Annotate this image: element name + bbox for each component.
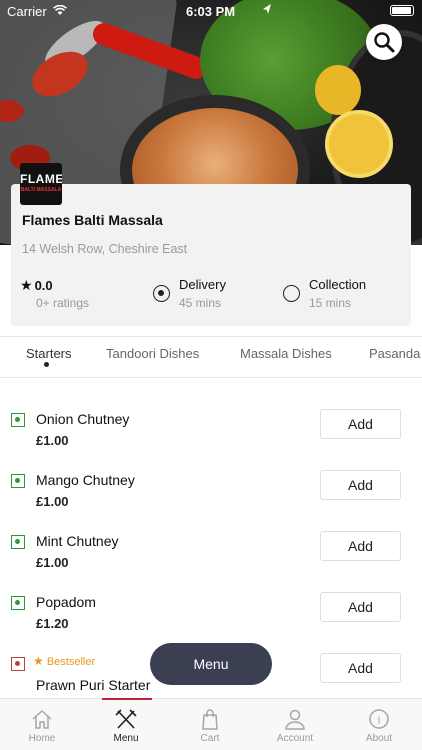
item-name: Popadom — [36, 594, 96, 610]
item-name: Mint Chutney — [36, 533, 119, 549]
carrier-label: Carrier — [7, 4, 47, 19]
add-button[interactable]: Add — [320, 592, 401, 622]
collection-time: 15 mins — [309, 296, 352, 310]
status-bar: Carrier 6:03 PM — [0, 0, 422, 22]
nav-about-label: About — [365, 733, 393, 744]
star-icon: ★ — [33, 654, 44, 668]
wifi-icon — [53, 4, 67, 19]
bestseller-label: Bestseller — [46, 656, 96, 668]
veg-indicator-icon — [11, 474, 25, 488]
item-name: Prawn Puri Starter — [36, 677, 151, 693]
veg-indicator-icon — [11, 596, 25, 610]
collection-label: Collection — [309, 277, 367, 292]
nonveg-indicator-icon — [11, 657, 25, 671]
item-price: £1.20 — [36, 616, 69, 631]
user-icon — [285, 709, 305, 730]
nav-account[interactable]: Account — [253, 699, 337, 750]
delivery-radio[interactable] — [153, 285, 170, 302]
add-button[interactable]: Add — [320, 653, 401, 683]
veg-indicator-icon — [11, 413, 25, 427]
item-price: £1.00 — [36, 494, 69, 509]
ratings-count: 0+ ratings — [36, 296, 90, 310]
tab-massala-dishes[interactable]: Massala Dishes — [240, 346, 332, 361]
rating-number: 0.0 — [34, 278, 53, 293]
fork-knife-icon — [115, 709, 137, 729]
nav-about[interactable]: i About — [337, 699, 421, 750]
nav-cart[interactable]: Cart — [168, 699, 252, 750]
add-button[interactable]: Add — [320, 470, 401, 500]
bag-icon — [202, 709, 218, 730]
item-name: Onion Chutney — [36, 411, 130, 427]
nav-menu-label: Menu — [113, 733, 139, 744]
list-item: Mango Chutney £1.00 Add — [0, 470, 422, 535]
rating-value: ★ 0.0 — [20, 277, 53, 294]
veg-indicator-icon — [11, 535, 25, 549]
clock-time: 6:03 PM — [186, 4, 236, 19]
home-icon — [32, 710, 52, 729]
nav-home-label: Home — [28, 733, 56, 744]
tab-starters[interactable]: Starters — [26, 346, 72, 361]
collection-radio[interactable] — [283, 285, 300, 302]
bestseller-badge: ★ Bestseller — [33, 654, 95, 668]
list-item: Mint Chutney £1.00 Add — [0, 531, 422, 596]
logo-text: FLAMES — [20, 172, 62, 186]
logo-subtext: BALTI MASSALA — [20, 187, 62, 193]
restaurant-name: Flames Balti Massala — [22, 212, 163, 228]
active-nav-indicator — [102, 698, 152, 700]
delivery-time: 45 mins — [179, 296, 222, 310]
svg-text:i: i — [377, 713, 381, 727]
nav-account-label: Account — [276, 733, 314, 744]
search-button[interactable] — [366, 24, 402, 60]
active-tab-indicator — [44, 362, 49, 367]
nav-menu[interactable]: Menu — [84, 699, 168, 750]
search-icon — [374, 32, 395, 53]
item-price: £1.00 — [36, 433, 69, 448]
location-arrow-icon — [262, 3, 272, 18]
restaurant-address: 14 Welsh Row, Cheshire East — [22, 242, 188, 256]
add-button[interactable]: Add — [320, 409, 401, 439]
bottom-nav: Home Menu Cart Account i About — [0, 698, 422, 750]
nav-cart-label: Cart — [200, 733, 220, 744]
tab-pasanda[interactable]: Pasanda — [369, 346, 420, 361]
item-name: Mango Chutney — [36, 472, 135, 488]
add-button[interactable]: Add — [320, 531, 401, 561]
star-icon: ★ — [20, 277, 33, 293]
tab-tandoori-dishes[interactable]: Tandoori Dishes — [106, 346, 199, 361]
restaurant-logo: FLAMES BALTI MASSALA — [20, 163, 62, 205]
delivery-label: Delivery — [179, 277, 226, 292]
menu-button[interactable]: Menu — [150, 643, 272, 685]
nav-home[interactable]: Home — [0, 699, 84, 750]
list-item: Onion Chutney £1.00 Add — [0, 409, 422, 474]
category-tabs: Starters Tandoori Dishes Massala Dishes … — [0, 336, 422, 378]
item-price: £1.00 — [36, 555, 69, 570]
battery-icon — [390, 5, 414, 16]
info-icon: i — [369, 709, 389, 729]
